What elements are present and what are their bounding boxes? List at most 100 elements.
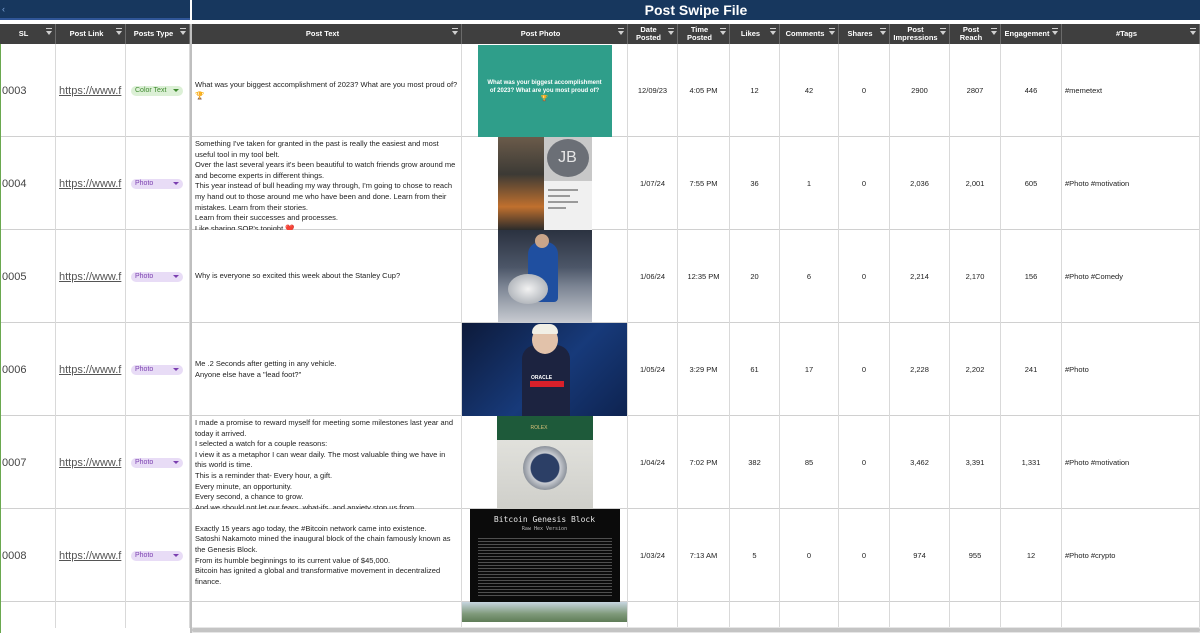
filter-icon[interactable] — [991, 28, 997, 35]
comments-cell[interactable]: 1 — [780, 137, 839, 230]
engagement-cell[interactable]: 1,331 — [1001, 416, 1062, 509]
table-row[interactable]: 0006 https://www.f Photo Me .2 Seconds a… — [0, 323, 1200, 416]
filter-icon[interactable] — [46, 28, 52, 35]
filter-icon[interactable] — [180, 28, 186, 35]
likes-cell[interactable]: 61 — [730, 323, 780, 416]
shares-cell[interactable]: 0 — [839, 323, 890, 416]
time-cell[interactable]: 7:55 PM — [678, 137, 730, 230]
filter-icon[interactable] — [770, 28, 776, 35]
time-cell[interactable] — [678, 602, 730, 628]
impressions-cell[interactable]: 2,214 — [890, 230, 950, 323]
type-dropdown-chip[interactable]: Photo — [131, 178, 183, 189]
post-link-cell[interactable]: https://www.f — [56, 416, 126, 509]
tags-cell[interactable]: #Photo #Comedy — [1062, 230, 1200, 323]
comments-cell[interactable]: 0 — [780, 509, 839, 602]
posts-type-cell[interactable] — [126, 602, 190, 628]
post-link-cell[interactable]: https://www.f — [56, 137, 126, 230]
post-photo-cell[interactable]: Bitcoin Genesis Block Raw Hex Version — [462, 509, 628, 602]
tags-cell[interactable]: #Photo #crypto — [1062, 509, 1200, 602]
reach-cell[interactable]: 2,001 — [950, 137, 1001, 230]
date-cell[interactable]: 1/05/24 — [628, 323, 678, 416]
impressions-cell[interactable]: 974 — [890, 509, 950, 602]
filter-icon[interactable] — [668, 28, 674, 35]
comments-cell[interactable]: 6 — [780, 230, 839, 323]
post-photo-cell[interactable]: What was your biggest accomplishment of … — [462, 44, 628, 137]
col-header-sl[interactable]: SL — [0, 24, 56, 44]
freeze-divider[interactable] — [190, 24, 192, 633]
shares-cell[interactable]: 0 — [839, 416, 890, 509]
posts-type-cell[interactable]: Photo — [126, 230, 190, 323]
likes-cell[interactable]: 5 — [730, 509, 780, 602]
engagement-cell[interactable]: 156 — [1001, 230, 1062, 323]
table-row[interactable]: 0008 https://www.f Photo Exactly 15 year… — [0, 509, 1200, 602]
shares-cell[interactable]: 0 — [839, 44, 890, 137]
posts-type-cell[interactable]: Photo — [126, 509, 190, 602]
impressions-cell[interactable]: 2,228 — [890, 323, 950, 416]
shares-cell[interactable]: 0 — [839, 230, 890, 323]
col-header-time-posted[interactable]: Time Posted — [678, 24, 730, 44]
col-header-posts-type[interactable]: Posts Type — [126, 24, 190, 44]
table-row[interactable]: 0003 https://www.f Color Text What was y… — [0, 44, 1200, 137]
tags-cell[interactable]: #Photo — [1062, 323, 1200, 416]
sl-cell[interactable]: 0004 — [0, 137, 56, 230]
tags-cell[interactable] — [1062, 602, 1200, 628]
post-photo-cell[interactable]: ORACLE — [462, 323, 628, 416]
post-text-cell[interactable]: I made a promise to reward myself for me… — [190, 416, 462, 509]
date-cell[interactable]: 1/03/24 — [628, 509, 678, 602]
engagement-cell[interactable] — [1001, 602, 1062, 628]
likes-cell[interactable] — [730, 602, 780, 628]
sl-cell[interactable]: 0003 — [0, 44, 56, 137]
post-text-cell[interactable]: Me .2 Seconds after getting in any vehic… — [190, 323, 462, 416]
scrollbar-thumb[interactable] — [192, 628, 1200, 632]
col-header-post-reach[interactable]: Post Reach — [950, 24, 1001, 44]
likes-cell[interactable]: 382 — [730, 416, 780, 509]
post-text-cell[interactable] — [190, 602, 462, 628]
time-cell[interactable]: 7:13 AM — [678, 509, 730, 602]
filter-icon[interactable] — [116, 28, 122, 35]
posts-type-cell[interactable]: Photo — [126, 137, 190, 230]
impressions-cell[interactable]: 3,462 — [890, 416, 950, 509]
type-dropdown-chip[interactable]: Photo — [131, 364, 183, 375]
type-dropdown-chip[interactable]: Photo — [131, 271, 183, 282]
col-header-post-link[interactable]: Post Link — [56, 24, 126, 44]
col-header-shares[interactable]: Shares — [839, 24, 890, 44]
likes-cell[interactable]: 12 — [730, 44, 780, 137]
horizontal-scrollbar[interactable] — [192, 627, 1200, 633]
post-photo-cell[interactable]: ROLEX — [462, 416, 628, 509]
date-cell[interactable] — [628, 602, 678, 628]
type-dropdown-chip[interactable]: Photo — [131, 457, 183, 468]
filter-icon[interactable] — [1190, 28, 1196, 35]
date-cell[interactable]: 1/04/24 — [628, 416, 678, 509]
filter-icon[interactable] — [940, 28, 946, 35]
col-header-post-photo[interactable]: Post Photo — [462, 24, 628, 44]
likes-cell[interactable]: 20 — [730, 230, 780, 323]
post-photo-cell[interactable] — [462, 230, 628, 323]
table-row[interactable]: 0005 https://www.f Photo Why is everyone… — [0, 230, 1200, 323]
post-link-cell[interactable]: https://www.f — [56, 323, 126, 416]
post-link-cell[interactable]: https://www.f — [56, 509, 126, 602]
engagement-cell[interactable]: 605 — [1001, 137, 1062, 230]
reach-cell[interactable]: 2807 — [950, 44, 1001, 137]
comments-cell[interactable]: 17 — [780, 323, 839, 416]
impressions-cell[interactable]: 2,036 — [890, 137, 950, 230]
time-cell[interactable]: 12:35 PM — [678, 230, 730, 323]
shares-cell[interactable] — [839, 602, 890, 628]
col-header-post-text[interactable]: Post Text — [190, 24, 462, 44]
post-text-cell[interactable]: What was your biggest accomplishment of … — [190, 44, 462, 137]
time-cell[interactable]: 4:05 PM — [678, 44, 730, 137]
col-header-engagement[interactable]: Engagement — [1001, 24, 1062, 44]
reach-cell[interactable]: 955 — [950, 509, 1001, 602]
type-dropdown-chip[interactable]: Color Text — [131, 85, 183, 96]
col-header-tags[interactable]: #Tags — [1062, 24, 1200, 44]
reach-cell[interactable]: 3,391 — [950, 416, 1001, 509]
sl-cell[interactable]: 0005 — [0, 230, 56, 323]
tags-cell[interactable]: #Photo #motivation — [1062, 416, 1200, 509]
likes-cell[interactable]: 36 — [730, 137, 780, 230]
post-photo-cell[interactable] — [462, 602, 628, 628]
engagement-cell[interactable]: 12 — [1001, 509, 1062, 602]
sl-cell[interactable]: 0008 — [0, 509, 56, 602]
post-link-cell[interactable]: https://www.f — [56, 230, 126, 323]
engagement-cell[interactable]: 446 — [1001, 44, 1062, 137]
post-text-cell[interactable]: Exactly 15 years ago today, the #Bitcoin… — [190, 509, 462, 602]
reach-cell[interactable]: 2,202 — [950, 323, 1001, 416]
